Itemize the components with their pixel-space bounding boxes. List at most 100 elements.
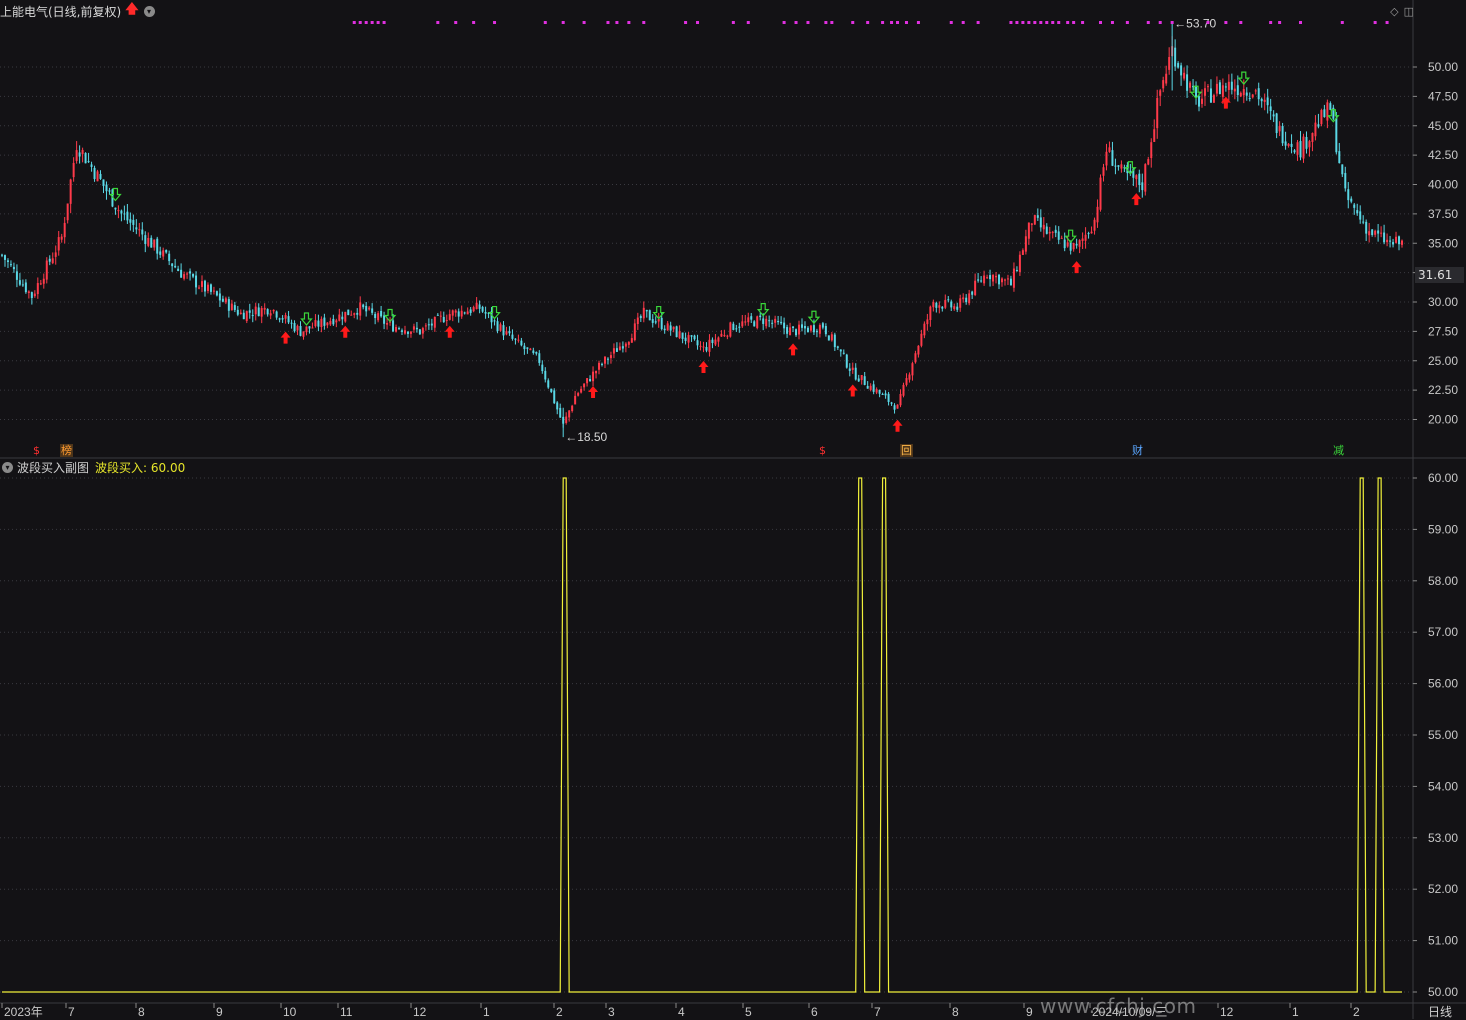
candle-body: [1165, 73, 1168, 84]
x-tick-label: 7: [874, 1005, 881, 1019]
candle-body: [1338, 151, 1341, 164]
candle-body: [159, 251, 162, 255]
candle-body: [1099, 177, 1102, 210]
candle-body: [171, 263, 174, 267]
buy-arrow-icon: [1071, 261, 1082, 274]
candle-body: [606, 358, 609, 360]
candle-body: [362, 304, 365, 308]
candle-body: [365, 305, 368, 312]
event-badge[interactable]: $: [30, 444, 43, 457]
signal-dot: [1110, 21, 1114, 24]
candle-body: [1257, 88, 1260, 100]
candle-body: [732, 323, 735, 330]
candle-body: [899, 393, 902, 406]
signal-dot: [1224, 21, 1228, 24]
candle-body: [798, 324, 801, 335]
candle-body: [902, 384, 905, 396]
corner-controls: ◇ ◫: [1390, 5, 1414, 18]
panel-toggle-icon[interactable]: ◫: [1404, 5, 1414, 18]
event-badge[interactable]: $: [816, 444, 829, 457]
candle-body: [439, 315, 442, 317]
x-tick-label: 7: [68, 1005, 75, 1019]
candle-body: [651, 319, 654, 323]
candle-body: [866, 385, 869, 389]
candle-body: [1386, 239, 1389, 243]
candle-body: [242, 312, 245, 320]
x-tick-label: 8: [952, 1005, 959, 1019]
candle-body: [1159, 90, 1162, 96]
candle-body: [1015, 270, 1018, 272]
stock-chart[interactable]: 50.0047.5045.0042.5040.0037.5035.0032.50…: [0, 0, 1466, 1019]
candle-body: [1215, 83, 1218, 94]
candle-body: [102, 179, 105, 187]
candle-body: [1186, 74, 1189, 91]
candle-body: [630, 338, 633, 343]
candle-body: [484, 312, 487, 314]
candle-body: [735, 328, 738, 330]
candle-body: [678, 331, 681, 339]
period-label[interactable]: 日线: [1428, 1003, 1452, 1020]
candle-body: [890, 402, 893, 404]
candle-body: [1392, 242, 1395, 245]
signal-dot: [1015, 21, 1019, 24]
candle-body: [33, 293, 36, 297]
y-tick-label: 42.50: [1428, 148, 1458, 162]
candle-body: [517, 339, 520, 341]
candle-body: [723, 335, 726, 337]
candle-body: [845, 354, 848, 368]
candle-body: [120, 210, 123, 214]
signal-dot: [493, 21, 497, 24]
chevron-down-icon[interactable]: ▾: [2, 461, 13, 473]
candle-body: [738, 326, 741, 328]
candle-body: [224, 298, 227, 303]
x-tick-label: 9: [216, 1005, 223, 1019]
candle-body: [938, 305, 941, 308]
chevron-down-icon[interactable]: ▾: [143, 5, 155, 17]
candle-body: [983, 275, 986, 284]
candle-body: [198, 287, 201, 289]
candle-body: [186, 273, 189, 275]
signal-dot: [824, 21, 828, 24]
event-badge[interactable]: 榜: [60, 444, 73, 457]
candle-body: [1263, 99, 1266, 102]
candle-body: [1350, 198, 1353, 202]
candle-body: [1347, 189, 1350, 201]
candle-body: [1395, 236, 1398, 243]
candle-body: [1138, 173, 1141, 185]
candle-body: [403, 330, 406, 334]
event-badge[interactable]: 减: [1332, 444, 1345, 457]
candle-body: [1377, 230, 1380, 234]
event-badge[interactable]: 财: [1131, 444, 1144, 457]
y-tick-label: 51.00: [1428, 934, 1458, 948]
candle-body: [218, 293, 221, 301]
candle-body: [371, 308, 374, 313]
candle-body: [1021, 250, 1024, 255]
candle-body: [956, 306, 959, 310]
candle-body: [1236, 85, 1239, 96]
candle-body: [445, 320, 448, 322]
candle-body: [69, 179, 72, 204]
candle-body: [1093, 219, 1096, 231]
x-tick-label: 2: [556, 1005, 563, 1019]
candle-body: [347, 309, 350, 316]
signal-dot: [1340, 21, 1344, 24]
candle-body: [1066, 242, 1069, 247]
diamond-icon[interactable]: ◇: [1390, 5, 1398, 18]
signal-dot: [830, 21, 834, 24]
candle-body: [12, 266, 15, 270]
candle-body: [708, 339, 711, 352]
candle-body: [499, 324, 502, 331]
buy-arrow-icon: [588, 385, 599, 398]
candle-body: [1299, 140, 1302, 158]
candle-body: [305, 326, 308, 333]
y-tick-label: 59.00: [1428, 522, 1458, 536]
candle-body: [884, 393, 887, 396]
x-tick-label: 8: [138, 1005, 145, 1019]
candle-body: [126, 211, 129, 221]
event-badge[interactable]: 回: [900, 444, 913, 457]
candle-body: [771, 322, 774, 324]
signal-dot: [1081, 21, 1085, 24]
signal-dot: [358, 21, 362, 24]
candle-body: [559, 407, 562, 418]
candle-body: [896, 404, 899, 409]
